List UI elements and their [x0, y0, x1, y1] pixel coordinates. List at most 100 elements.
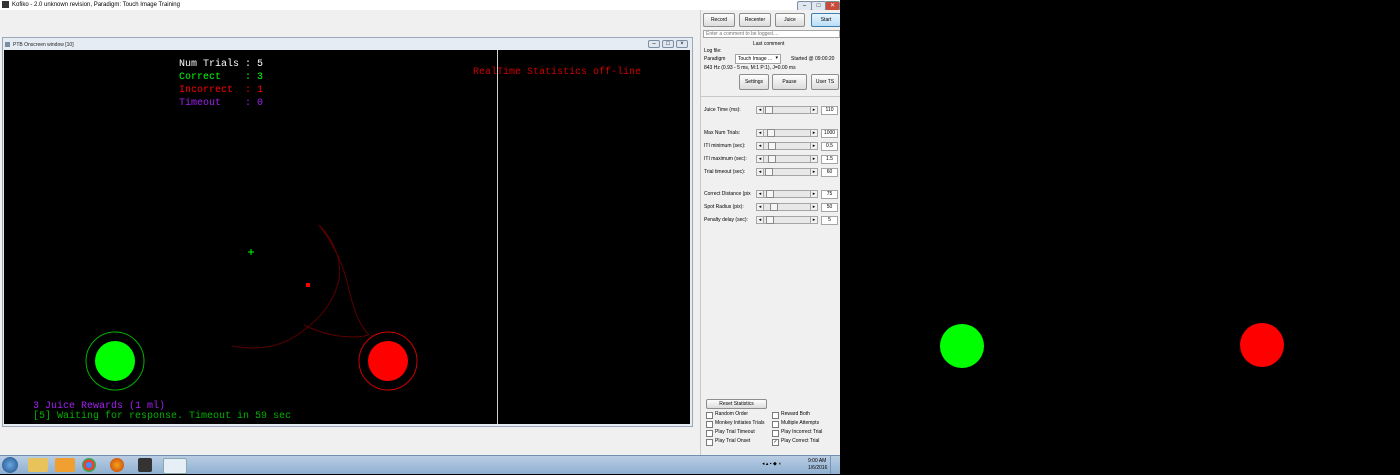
- subject-display-scene: [940, 323, 1284, 368]
- fixation-cross-icon: [248, 249, 254, 255]
- subject-red-target: [1240, 323, 1284, 367]
- reset-statistics-button[interactable]: Reset Statistics: [706, 399, 767, 409]
- juice-button[interactable]: Juice: [775, 13, 805, 27]
- option-checkbox[interactable]: ✓: [772, 439, 779, 446]
- ptb-canvas[interactable]: Num Trials : 5 Correct : 3 Incorrect : 1…: [4, 50, 690, 424]
- option-checkbox-label: Monkey Initiates Trials: [715, 420, 765, 426]
- slider-right-arrow-icon[interactable]: ▸: [810, 155, 818, 163]
- param-value-box[interactable]: 0.5: [821, 142, 838, 151]
- slider-left-arrow-icon[interactable]: ◂: [756, 168, 764, 176]
- taskbar: ◂ ▴ ▪ ◆ ◖ 9:00 AM 1/6/2016: [0, 455, 840, 474]
- param-slider[interactable]: ◂ ▸: [756, 190, 818, 198]
- recenter-button[interactable]: Recenter: [739, 13, 771, 27]
- ptb-window-icon: [5, 42, 10, 47]
- param-label: Max Num Trials:: [704, 130, 741, 136]
- paradigm-select-value: Touch Image ...: [738, 56, 773, 62]
- option-checkbox[interactable]: [706, 430, 713, 437]
- param-slider[interactable]: ◂ ▸: [756, 155, 818, 163]
- slider-right-arrow-icon[interactable]: ▸: [810, 203, 818, 211]
- option-checkbox[interactable]: [706, 412, 713, 419]
- param-label: Correct Distance (pix: [704, 191, 751, 197]
- slider-left-arrow-icon[interactable]: ◂: [756, 216, 764, 224]
- option-checkbox[interactable]: [706, 421, 713, 428]
- slider-left-arrow-icon[interactable]: ◂: [756, 106, 764, 114]
- slider-right-arrow-icon[interactable]: ▸: [810, 129, 818, 137]
- slider-right-arrow-icon[interactable]: ▸: [810, 190, 818, 198]
- ptb-scene: [85, 224, 418, 391]
- option-checkbox[interactable]: [772, 421, 779, 428]
- param-value-box[interactable]: 60: [821, 168, 838, 177]
- param-slider[interactable]: ◂ ▸: [756, 106, 818, 114]
- comment-input[interactable]: [703, 30, 840, 38]
- subject-display: [840, 0, 1400, 473]
- param-value-box[interactable]: 1.5: [821, 155, 838, 164]
- start-button[interactable]: Start: [811, 13, 841, 27]
- slider-left-arrow-icon[interactable]: ◂: [756, 190, 764, 198]
- chrome-icon[interactable]: [82, 458, 96, 472]
- slider-right-arrow-icon[interactable]: ▸: [810, 142, 818, 150]
- slider-thumb[interactable]: [764, 106, 773, 114]
- ptb-close-button[interactable]: ×: [676, 40, 688, 48]
- tray-icons[interactable]: ◂ ▴ ▪ ◆ ◖: [762, 461, 781, 467]
- slider-thumb[interactable]: [764, 168, 773, 176]
- param-slider[interactable]: ◂ ▸: [756, 203, 818, 211]
- param-label: ITI minimum (sec):: [704, 143, 746, 149]
- rate-info-label: 843 Hz (0.93 - 5 ms, M:1 P:1), J=0.00 ms: [704, 65, 796, 71]
- slider-right-arrow-icon[interactable]: ▸: [810, 168, 818, 176]
- param-slider[interactable]: ◂ ▸: [756, 129, 818, 137]
- matlab-icon[interactable]: [163, 458, 187, 474]
- ptb-window-title: PTB Onscreen window [10]: [13, 42, 74, 48]
- option-checkbox[interactable]: [706, 439, 713, 446]
- option-checkbox[interactable]: [772, 412, 779, 419]
- red-target: [368, 341, 408, 381]
- realtime-stats-label: RealTime Statistics off-line: [473, 67, 642, 78]
- desktop: Kofiko - 2.0 unknown revision, Paradigm:…: [0, 0, 841, 474]
- settings-button[interactable]: Settings: [739, 74, 769, 90]
- slider-right-arrow-icon[interactable]: ▸: [810, 216, 818, 224]
- option-checkbox-label: Play Correct Trial: [781, 438, 820, 444]
- media-player-icon[interactable]: [55, 458, 75, 472]
- slider-left-arrow-icon[interactable]: ◂: [756, 142, 764, 150]
- paradigm-select[interactable]: Touch Image ... ▾: [735, 54, 781, 64]
- user-ts-button[interactable]: User TS: [811, 74, 839, 90]
- slider-thumb[interactable]: [766, 216, 774, 224]
- slider-left-arrow-icon[interactable]: ◂: [756, 203, 764, 211]
- slider-thumb[interactable]: [767, 129, 776, 137]
- slider-thumb[interactable]: [768, 155, 776, 163]
- param-value-box[interactable]: 110: [821, 106, 838, 115]
- slider-left-arrow-icon[interactable]: ◂: [756, 129, 764, 137]
- app-icon: [2, 1, 9, 8]
- slider-thumb[interactable]: [766, 190, 775, 198]
- param-value-box[interactable]: 50: [821, 203, 838, 212]
- chevron-down-icon: ▾: [775, 55, 778, 61]
- param-slider[interactable]: ◂ ▸: [756, 142, 818, 150]
- ptb-maximize-button[interactable]: □: [662, 40, 674, 48]
- log-file-label: Log file:: [704, 48, 722, 54]
- last-comment-label: Last comment: [753, 41, 785, 47]
- option-checkbox-label: Play Incorrect Trial: [781, 429, 823, 435]
- record-button[interactable]: Record: [703, 13, 735, 27]
- slider-left-arrow-icon[interactable]: ◂: [756, 155, 764, 163]
- ptb-minimize-button[interactable]: –: [648, 40, 660, 48]
- start-orb-icon[interactable]: [2, 457, 18, 473]
- panel-divider: [701, 96, 841, 97]
- slider-right-arrow-icon[interactable]: ▸: [810, 106, 818, 114]
- option-checkbox-label: Reward Both: [781, 411, 810, 417]
- file-explorer-icon[interactable]: [28, 458, 48, 472]
- param-slider[interactable]: ◂ ▸: [756, 216, 818, 224]
- param-slider[interactable]: ◂ ▸: [756, 168, 818, 176]
- clock-time[interactable]: 9:00 AM: [808, 458, 826, 464]
- option-checkbox[interactable]: [772, 430, 779, 437]
- slider-thumb[interactable]: [768, 142, 776, 150]
- green-target: [95, 341, 135, 381]
- param-value-box[interactable]: 5: [821, 216, 838, 225]
- param-value-box[interactable]: 1000: [821, 129, 838, 138]
- waiting-status-label: [5] Waiting for response. Timeout in 59 …: [33, 411, 292, 422]
- firefox-icon[interactable]: [110, 458, 124, 472]
- param-label: Spot Radius (pix):: [704, 204, 744, 210]
- pause-button[interactable]: Pause: [772, 74, 807, 90]
- param-value-box[interactable]: 75: [821, 190, 838, 199]
- inkscape-icon[interactable]: [138, 458, 152, 472]
- slider-thumb[interactable]: [770, 203, 778, 211]
- clock-date[interactable]: 1/6/2016: [808, 465, 827, 471]
